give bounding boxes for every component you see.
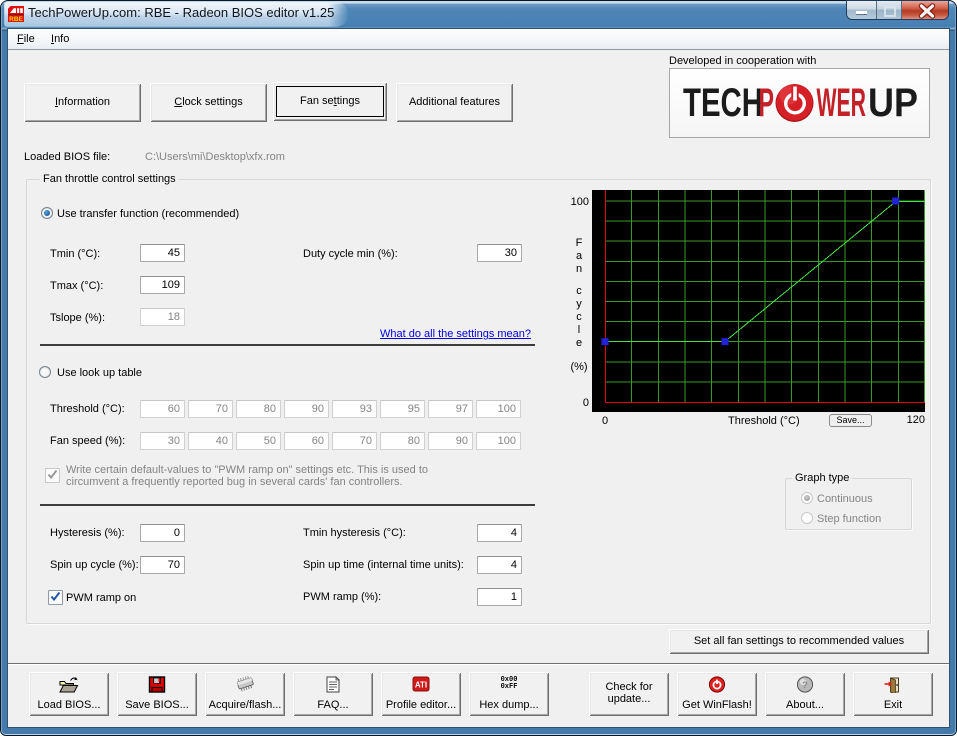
svg-text:TECH: TECH — [683, 82, 763, 122]
svg-text:P: P — [759, 82, 775, 122]
svg-text:ATI: ATI — [415, 681, 427, 690]
svg-text:?: ? — [802, 680, 808, 690]
svg-text:WER: WER — [817, 82, 867, 122]
svg-text:UP: UP — [868, 82, 918, 122]
svg-text:RBE: RBE — [9, 16, 23, 22]
